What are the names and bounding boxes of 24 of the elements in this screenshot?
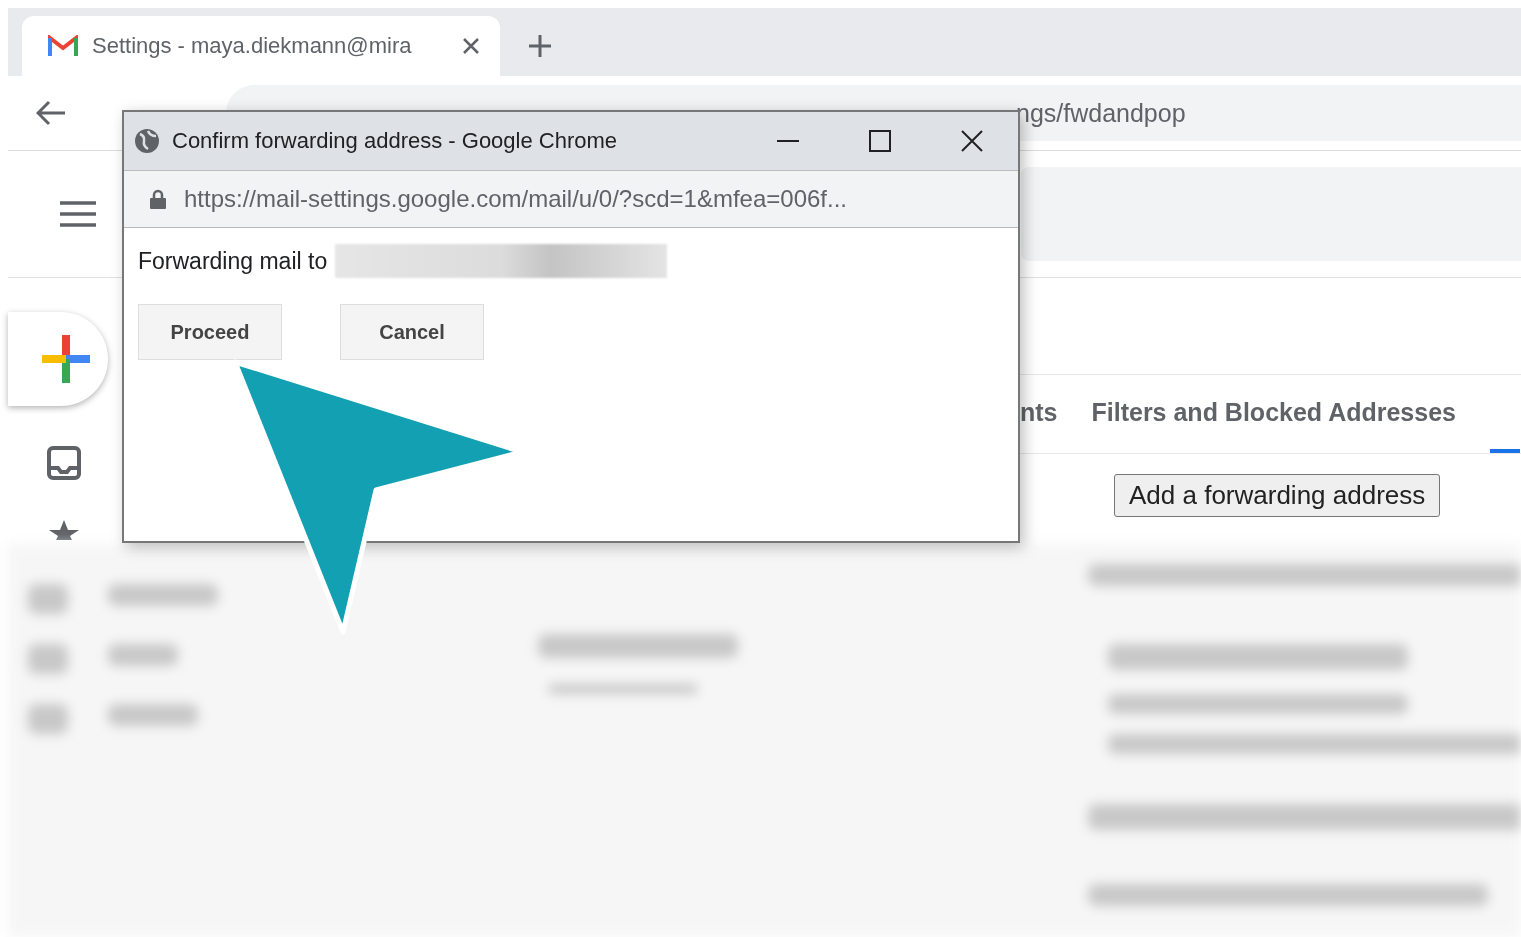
lock-icon <box>150 189 166 209</box>
inbox-tray-icon[interactable] <box>47 446 81 480</box>
tab-title: Settings - maya.diekmann@mira <box>92 33 413 59</box>
address-text: ngs/fwdandpop <box>1016 98 1186 128</box>
envelope-m-icon <box>48 35 78 57</box>
settings-tab[interactable]: nts <box>1020 375 1058 453</box>
menu-icon[interactable] <box>60 201 96 227</box>
compose-button[interactable] <box>8 312 108 406</box>
add-forwarding-address-button[interactable]: Add a forwarding address <box>1114 474 1441 517</box>
forwarding-message: Forwarding mail to <box>138 247 328 275</box>
close-icon[interactable] <box>961 130 983 152</box>
settings-tab[interactable]: Filters and Blocked Addresses <box>1091 375 1456 453</box>
back-arrow-icon[interactable] <box>36 100 66 126</box>
dialog-button[interactable]: Cancel <box>340 304 484 360</box>
dialog-button[interactable]: Proceed <box>138 304 282 360</box>
maximize-icon[interactable] <box>869 130 891 152</box>
new-tab-plus-icon[interactable] <box>528 34 552 58</box>
globe-icon <box>134 128 160 154</box>
close-icon[interactable] <box>462 37 480 55</box>
dialog-title: Confirm forwarding address - Google Chrome <box>172 128 619 154</box>
dialog-url: https://mail-settings.google.com/mail/u/0/?scd=1&mfea=006f... <box>184 185 847 213</box>
browser-tab[interactable]: Settings - maya.diekmann@mira <box>22 16 500 76</box>
colorful-plus-icon <box>42 335 90 383</box>
star-icon[interactable] <box>49 520 79 540</box>
